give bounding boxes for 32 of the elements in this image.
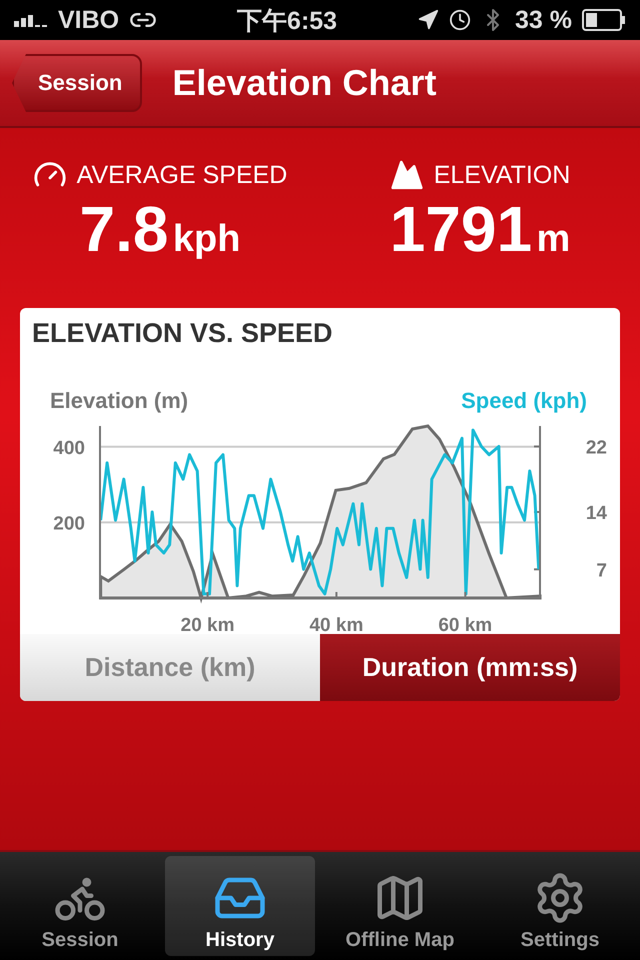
y2-axis-label: Speed (kph) [461,388,587,413]
y2-tick-label: 14 [586,503,607,524]
tab-bar-item[interactable]: History [165,856,315,956]
stat-label: ELEVATION [434,160,570,190]
signal-icon [14,13,48,27]
tab-bar-item[interactable]: Settings [485,856,635,956]
battery-percent: 33 % [515,6,572,34]
stat-value: 1791 [390,193,532,265]
x-tick-label: 40 km [310,615,364,634]
status-time: 下午6:53 [237,6,338,36]
card-title: ELEVATION VS. SPEED [31,317,334,350]
y-tick-label: 200 [53,513,85,534]
segment-button[interactable]: Duration (mm:ss) [320,634,620,701]
tab-bar-item[interactable]: Offline Map [325,856,475,956]
y-axis-label: Elevation (m) [50,388,188,413]
battery-icon [582,9,626,31]
screen-title: Elevation Chart [172,62,436,104]
stat-value: 7.8 [80,193,168,265]
y2-tick-label: 7 [596,560,607,582]
stat-label: AVERAGE SPEED [76,160,288,190]
y2-tick-label: 22 [586,437,607,458]
back-button[interactable]: Session [12,54,142,112]
carrier-name: VIBO [58,6,120,34]
stat-unit: m [536,218,570,260]
stat-unit: kph [172,218,240,260]
x-tick-label: 60 km [438,615,492,634]
location-icon [417,9,440,31]
x-tick-label: 20 km [180,615,235,634]
tab-bar-item[interactable]: Session [5,856,155,956]
y-tick-label: 400 [53,438,85,459]
clock-icon [449,9,472,31]
mountain-icon [390,158,424,192]
